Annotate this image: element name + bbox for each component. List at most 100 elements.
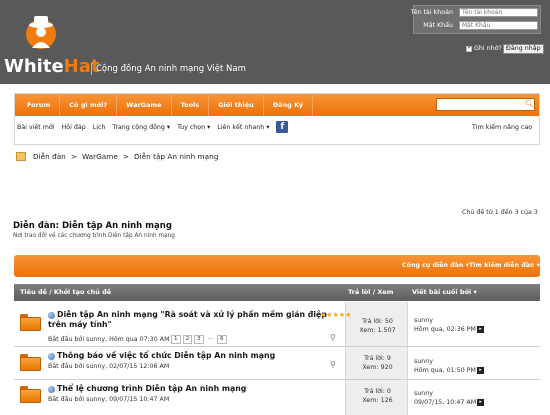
- folder-icon: [20, 386, 42, 403]
- thread-stats-cell: Trả lời: 9 Xem: 920: [345, 347, 408, 379]
- last-post-time-text: Hôm qua, 01:50 PM: [414, 367, 476, 374]
- view-count: Xem: 1.507: [359, 327, 396, 334]
- thread-title[interactable]: Thông báo về việc tổ chức Diễn tập An ni…: [48, 351, 275, 360]
- username-label: Tên tài khoản: [410, 9, 453, 16]
- forum-search-dropdown[interactable]: Tìm kiếm diễn đàn ▾: [469, 262, 540, 269]
- subnav-qa[interactable]: Hỏi đáp: [62, 124, 86, 131]
- forum-tools-dropdown[interactable]: Công cụ diễn đàn ▾: [402, 262, 469, 269]
- go-to-last-post-icon[interactable]: ▸: [477, 398, 485, 406]
- advanced-search-link[interactable]: Tìm kiếm nâng cao: [472, 124, 532, 131]
- thread-title-text[interactable]: Thông báo về việc tổ chức Diễn tập An ni…: [57, 351, 275, 360]
- thread-title-continued[interactable]: trên máy tính": [48, 320, 112, 329]
- column-stats[interactable]: Trả lời / Xem: [348, 288, 393, 296]
- nav-search-input[interactable]: 🔍︎: [436, 98, 535, 111]
- remember-checkbox[interactable]: [466, 44, 472, 52]
- page-link-1[interactable]: 1: [171, 335, 181, 344]
- logo-wordmark[interactable]: WhiteHat: [4, 56, 99, 77]
- home-icon[interactable]: [16, 152, 26, 161]
- rating-stars-icon: ★★★★★: [320, 311, 352, 319]
- thread-title[interactable]: Thể lệ chương trình Diễn tập An ninh mạn…: [48, 384, 246, 393]
- go-to-last-post-icon[interactable]: ▸: [476, 325, 484, 333]
- last-post-time: Hôm qua, 01:50 PM ▸: [414, 366, 484, 375]
- search-icon[interactable]: 🔍︎: [524, 100, 535, 110]
- site-tagline: Cộng đồng An ninh mạng Việt Nam: [91, 63, 246, 75]
- page-link-6[interactable]: 6: [217, 335, 227, 344]
- view-count: Xem: 920: [362, 364, 393, 371]
- breadcrumb-separator: >: [70, 152, 77, 161]
- page-ellipsis: ...: [207, 335, 214, 341]
- reply-count: Trả lời: 0: [364, 388, 391, 395]
- thread-starter: Bắt đầu bởi sunny, Hôm qua 07:30 AM: [48, 336, 170, 343]
- facebook-icon[interactable]: f: [276, 121, 289, 133]
- subnav-options[interactable]: Tùy chọn ▾: [177, 124, 210, 131]
- remember-me[interactable]: Ghi nhớ?: [466, 44, 502, 52]
- last-post-time: 09/07/15, 10:47 AM ▸: [414, 398, 485, 407]
- nav-about[interactable]: Giới thiệu: [209, 94, 264, 116]
- breadcrumb: Diễn đàn > WarGame > Diễn tập An ninh mạ…: [16, 152, 218, 161]
- page: WhiteHat Cộng đồng An ninh mạng Việt Nam…: [0, 0, 550, 415]
- folder-icon: [20, 354, 42, 371]
- table-row: Trả lời: 0 Xem: 126 Thể lệ chương trình …: [14, 380, 540, 415]
- table-row: Trả lời: 50 Xem: 1.507 Diễn tập An ninh …: [14, 302, 540, 347]
- thread-starter: Bắt đầu bởi sunny, 09/07/15 10:47 AM: [48, 396, 170, 403]
- thread-pagination: 1 2 3 ... 6: [171, 335, 227, 344]
- thread-stats-cell: Trả lời: 50 Xem: 1.507: [345, 302, 408, 346]
- column-title[interactable]: Tiêu đề / Khởi tạo chủ đề: [20, 288, 111, 296]
- password-input[interactable]: [459, 21, 538, 30]
- page-link-3[interactable]: 3: [194, 335, 204, 344]
- login-box: Tên tài khoản Mật Khẩu: [410, 5, 541, 34]
- thread-status-icon: [48, 385, 55, 393]
- attachment-icon: ⚲: [330, 333, 336, 342]
- page-title: Diễn đàn: Diễn tập An ninh mạng: [13, 221, 172, 231]
- thread-status-icon: [48, 311, 55, 319]
- forum-description: Nơi trao đổi về các chương trình Diễn tậ…: [13, 233, 175, 239]
- nav-whats-new[interactable]: Có gì mới?: [60, 94, 118, 116]
- username-input[interactable]: [459, 8, 538, 17]
- logo-white: White: [4, 56, 64, 77]
- last-post-user[interactable]: sunny: [414, 316, 433, 325]
- go-to-last-post-icon[interactable]: ▸: [476, 366, 484, 374]
- main-navbar: Forum Có gì mới? WarGame Tools Giới thiệ…: [15, 94, 539, 116]
- thread-starter: Bắt đầu bởi sunny, 02/07/15 12:06 AM: [48, 363, 170, 370]
- thread-title-text[interactable]: Diễn tập An ninh mạng "Rà soát và xử lý …: [57, 310, 327, 319]
- attachment-icon: ⚲: [330, 360, 336, 369]
- view-count: Xem: 126: [362, 397, 393, 404]
- column-last-post[interactable]: Viết bài cuối bởi ▾: [412, 288, 477, 296]
- navigation-panel: Forum Có gì mới? WarGame Tools Giới thiệ…: [14, 93, 540, 145]
- breadcrumb-current: Diễn tập An ninh mạng: [134, 152, 219, 161]
- site-header: WhiteHat Cộng đồng An ninh mạng Việt Nam…: [0, 0, 550, 84]
- thread-count: Chủ đề từ 1 đến 3 của 3: [462, 209, 538, 216]
- nav-forum[interactable]: Forum: [18, 94, 61, 116]
- folder-icon: [20, 314, 42, 331]
- reply-count: Trả lời: 9: [364, 355, 391, 362]
- password-label: Mật Khẩu: [423, 22, 453, 29]
- hacker-hat-logo-icon: [26, 16, 56, 49]
- thread-table-header: Tiêu đề / Khởi tạo chủ đề Trả lời / Xem …: [14, 284, 540, 301]
- breadcrumb-wargame[interactable]: WarGame: [82, 152, 118, 161]
- table-row: Trả lời: 9 Xem: 920 Thông báo về việc tổ…: [14, 347, 540, 380]
- breadcrumb-forum[interactable]: Diễn đàn: [33, 152, 66, 161]
- breadcrumb-separator: >: [122, 152, 130, 161]
- last-post-user[interactable]: sunny: [414, 357, 433, 366]
- subnav-calendar[interactable]: Lịch: [93, 124, 106, 131]
- login-button[interactable]: Đăng nhập: [503, 44, 544, 54]
- nav-tools[interactable]: Tools: [172, 94, 210, 116]
- last-post-time: Hôm qua, 02:36 PM ▸: [414, 325, 484, 334]
- thread-stats-cell: Trả lời: 0 Xem: 126: [345, 380, 408, 415]
- last-post-user[interactable]: sunny: [414, 389, 433, 398]
- sub-navbar: Bài viết mới Hỏi đáp Lịch Trang cộng đồn…: [15, 121, 289, 133]
- reply-count: Trả lời: 50: [362, 318, 393, 325]
- page-link-2[interactable]: 2: [182, 335, 193, 344]
- remember-label: Ghi nhớ?: [474, 45, 502, 52]
- forum-actions-bar: Công cụ diễn đàn ▾ Tìm kiếm diễn đàn ▾: [14, 255, 540, 277]
- subnav-new-posts[interactable]: Bài viết mới: [17, 124, 55, 131]
- thread-status-icon: [48, 352, 55, 360]
- thread-title-text[interactable]: Thể lệ chương trình Diễn tập An ninh mạn…: [57, 384, 246, 393]
- nav-register[interactable]: Đăng Ký: [264, 94, 313, 116]
- subnav-community[interactable]: Trang cộng đồng ▾: [112, 124, 170, 131]
- thread-title[interactable]: Diễn tập An ninh mạng "Rà soát và xử lý …: [48, 310, 327, 319]
- last-post-time-text: Hôm qua, 02:36 PM: [414, 326, 476, 333]
- subnav-quick-links[interactable]: Liên kết nhanh ▾: [217, 124, 269, 131]
- nav-wargame[interactable]: WarGame: [117, 94, 172, 116]
- last-post-time-text: 09/07/15, 10:47 AM: [414, 399, 477, 406]
